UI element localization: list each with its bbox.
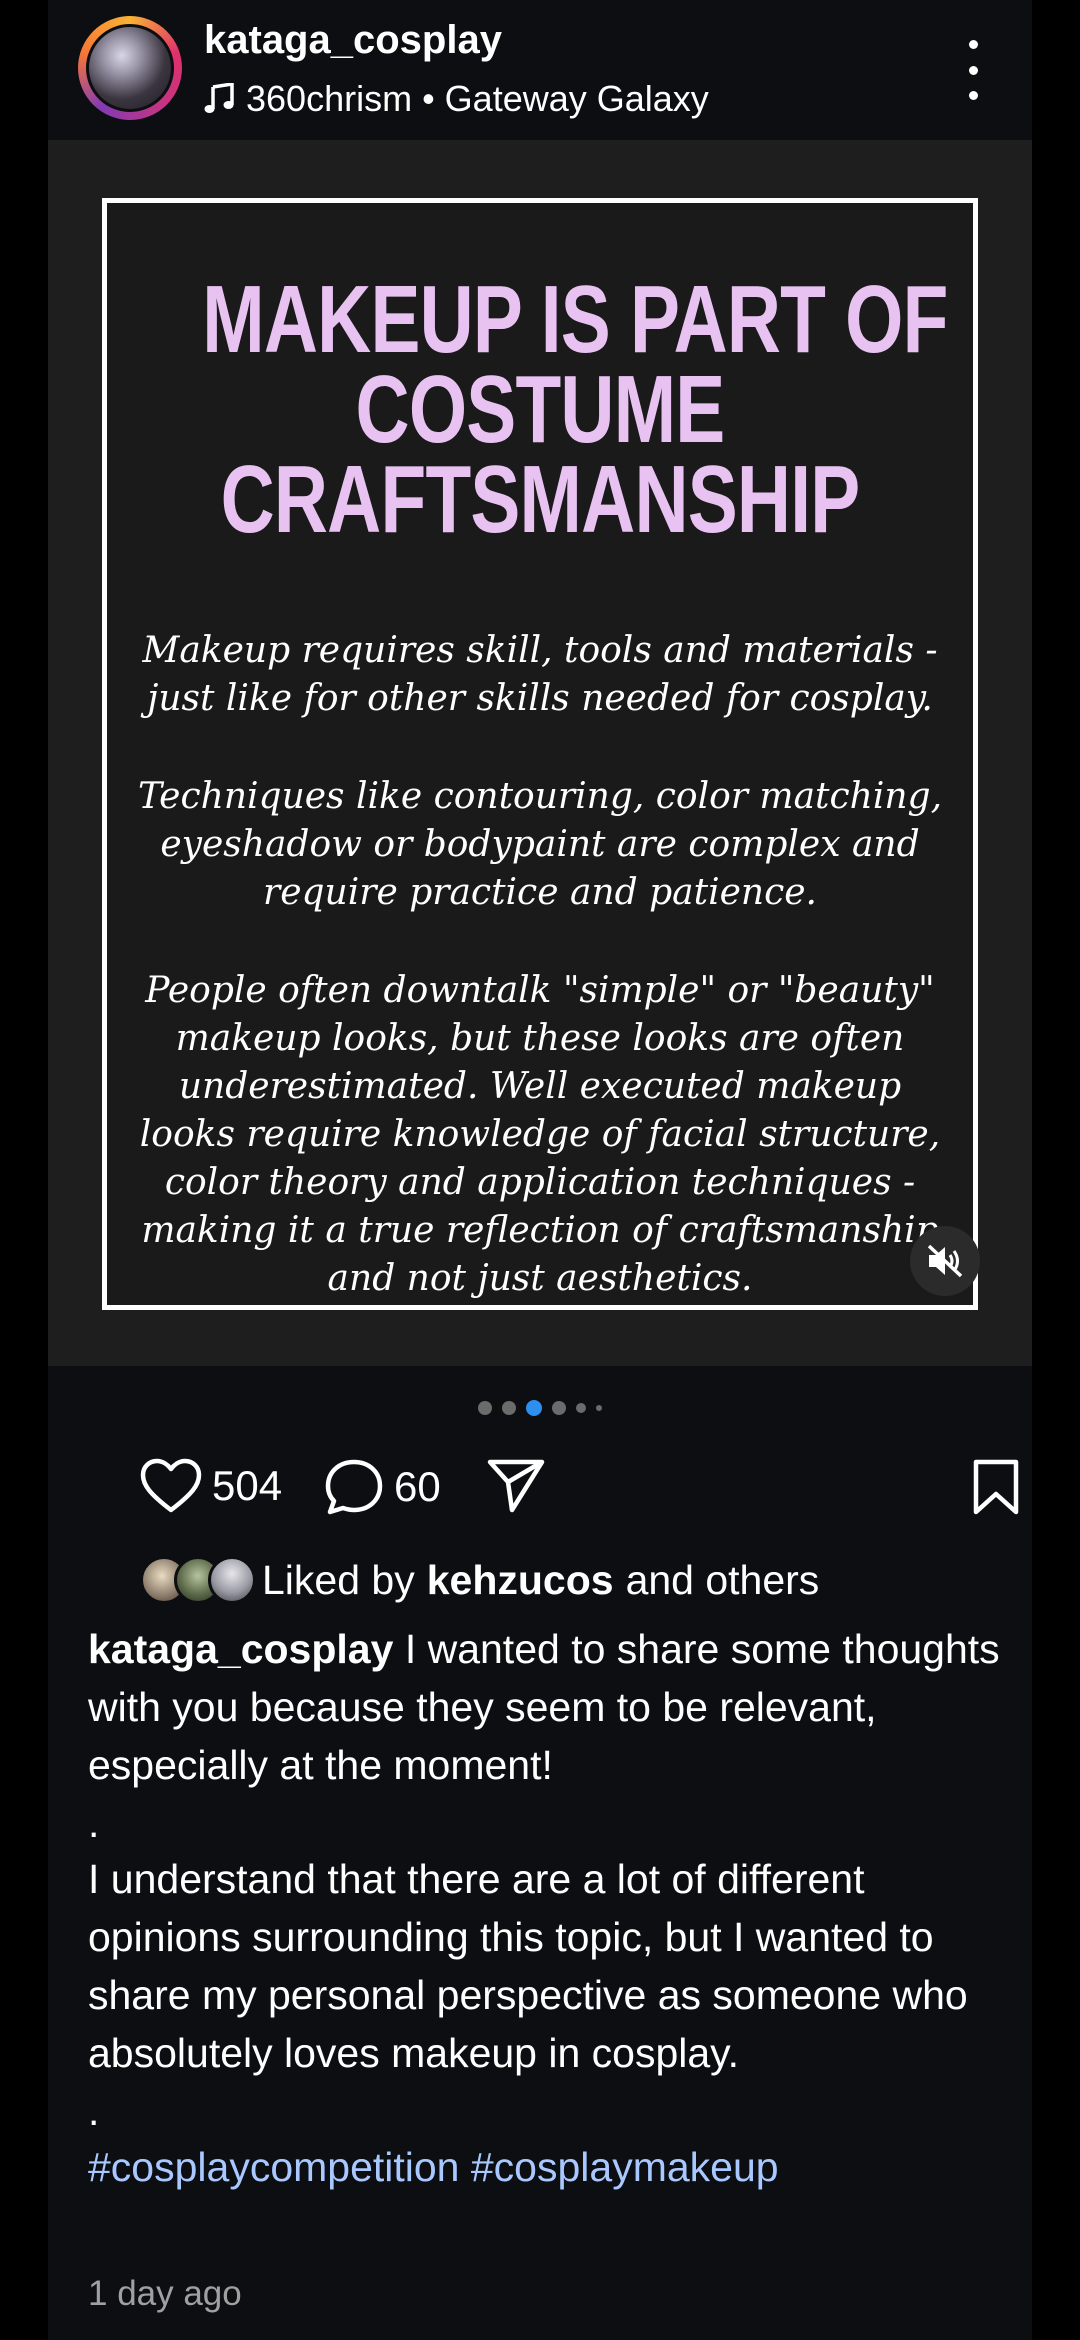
carousel-indicator bbox=[48, 1398, 1032, 1418]
share-button[interactable] bbox=[486, 1458, 546, 1514]
post-header: kataga_cosplay 360chrism • Gateway Galax… bbox=[48, 0, 1032, 140]
media-headline: MAKEUP IS PART OF COSTUME CRAFTSMANSHIP bbox=[202, 266, 948, 553]
liked-by-user[interactable]: kehzucos bbox=[427, 1557, 614, 1604]
post-media[interactable]: MAKEUP IS PART OF COSTUME CRAFTSMANSHIP … bbox=[48, 140, 1032, 1366]
comments-count[interactable]: 60 bbox=[394, 1463, 441, 1511]
caption-author[interactable]: kataga_cosplay bbox=[88, 1626, 393, 1672]
media-paragraph: Makeup requires skill, tools and materia… bbox=[142, 630, 938, 719]
carousel-dot bbox=[502, 1401, 516, 1415]
media-paragraph: People often downtalk "simple" or "beaut… bbox=[139, 970, 941, 1299]
story-ring[interactable] bbox=[78, 16, 182, 120]
carousel-dot bbox=[596, 1405, 602, 1411]
music-note-icon bbox=[204, 83, 234, 115]
music-info[interactable]: 360chrism • Gateway Galaxy bbox=[204, 78, 709, 120]
music-label: 360chrism • Gateway Galaxy bbox=[246, 78, 709, 119]
headline-line: CRAFTSMANSHIP bbox=[220, 446, 861, 553]
headline-line: COSTUME bbox=[355, 356, 726, 463]
hashtag-links[interactable]: #cosplaycompetition #cosplaymakeup bbox=[88, 2138, 1008, 2196]
post-timestamp: 1 day ago bbox=[88, 2274, 242, 2313]
action-bar: 504 60 bbox=[88, 1450, 1019, 1522]
username[interactable]: kataga_cosplay bbox=[204, 18, 502, 63]
like-button[interactable]: 504 bbox=[140, 1458, 282, 1514]
caption-first-paragraph: kataga_cosplay I wanted to share some th… bbox=[88, 1620, 1008, 1794]
media-body: Makeup requires skill, tools and materia… bbox=[127, 627, 953, 1353]
send-icon bbox=[486, 1458, 546, 1514]
liked-by-suffix[interactable]: and others bbox=[626, 1557, 820, 1604]
save-button[interactable] bbox=[972, 1458, 1020, 1516]
likes-count[interactable]: 504 bbox=[212, 1462, 282, 1510]
bookmark-icon bbox=[972, 1458, 1020, 1516]
mute-icon[interactable] bbox=[910, 1226, 980, 1296]
carousel-dot-active bbox=[526, 1400, 542, 1416]
carousel-dot bbox=[478, 1401, 492, 1415]
liked-by-prefix: Liked by bbox=[262, 1556, 415, 1603]
carousel-dot bbox=[576, 1403, 586, 1413]
carousel-dot bbox=[552, 1401, 566, 1415]
post-screen: kataga_cosplay 360chrism • Gateway Galax… bbox=[48, 0, 1032, 2340]
liker-avatars bbox=[88, 1554, 256, 1606]
caption-text: I understand that there are a lot of dif… bbox=[88, 1856, 968, 2076]
more-options-icon[interactable] bbox=[958, 40, 988, 100]
caption-separator: . bbox=[88, 2088, 100, 2134]
liked-by-row[interactable]: Liked by kehzucos and others bbox=[88, 1552, 819, 1608]
caption-separator: . bbox=[88, 1800, 100, 1846]
heart-icon bbox=[140, 1458, 202, 1514]
caption: kataga_cosplay I wanted to share some th… bbox=[88, 1620, 1008, 2196]
media-paragraph: Techniques like contouring, color matchi… bbox=[137, 776, 943, 913]
headline-line: MAKEUP IS PART OF bbox=[202, 266, 948, 373]
media-card: MAKEUP IS PART OF COSTUME CRAFTSMANSHIP … bbox=[102, 198, 978, 1310]
comment-icon bbox=[324, 1458, 384, 1516]
comment-button[interactable]: 60 bbox=[324, 1458, 441, 1516]
avatar[interactable] bbox=[86, 24, 174, 112]
avatar bbox=[208, 1556, 256, 1604]
